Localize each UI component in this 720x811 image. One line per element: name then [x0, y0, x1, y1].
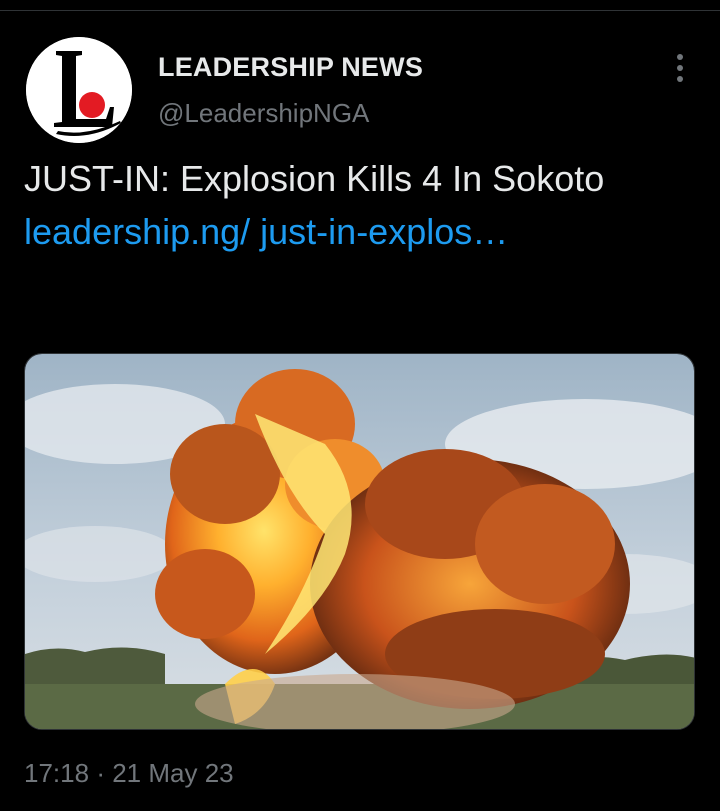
- top-divider: [0, 10, 720, 11]
- tweet-media[interactable]: [24, 353, 695, 730]
- tweet-link[interactable]: leadership.ng/ just-in-explos…: [24, 211, 508, 252]
- more-vertical-icon-dot: [677, 76, 683, 82]
- timestamp-separator: ·: [96, 758, 105, 788]
- tweet-timestamp[interactable]: 17:18 · 21 May 23: [24, 758, 234, 789]
- more-vertical-icon-dot: [677, 65, 683, 71]
- tweet-time: 17:18: [24, 758, 90, 788]
- author-name[interactable]: LEADERSHIP NEWS: [158, 52, 423, 83]
- tweet-date: 21 May 23: [112, 758, 234, 788]
- author-avatar[interactable]: [26, 37, 132, 143]
- tweet-body: JUST-IN: Explosion Kills 4 In Sokoto: [24, 158, 605, 199]
- author-handle[interactable]: @LeadershipNGA: [158, 98, 369, 129]
- tweet-text: JUST-IN: Explosion Kills 4 In Sokoto lea…: [24, 152, 664, 258]
- more-vertical-icon: [677, 54, 683, 60]
- explosion-photo-icon: [25, 354, 694, 729]
- leadership-logo-icon: [26, 37, 132, 143]
- more-options-button[interactable]: [664, 50, 696, 86]
